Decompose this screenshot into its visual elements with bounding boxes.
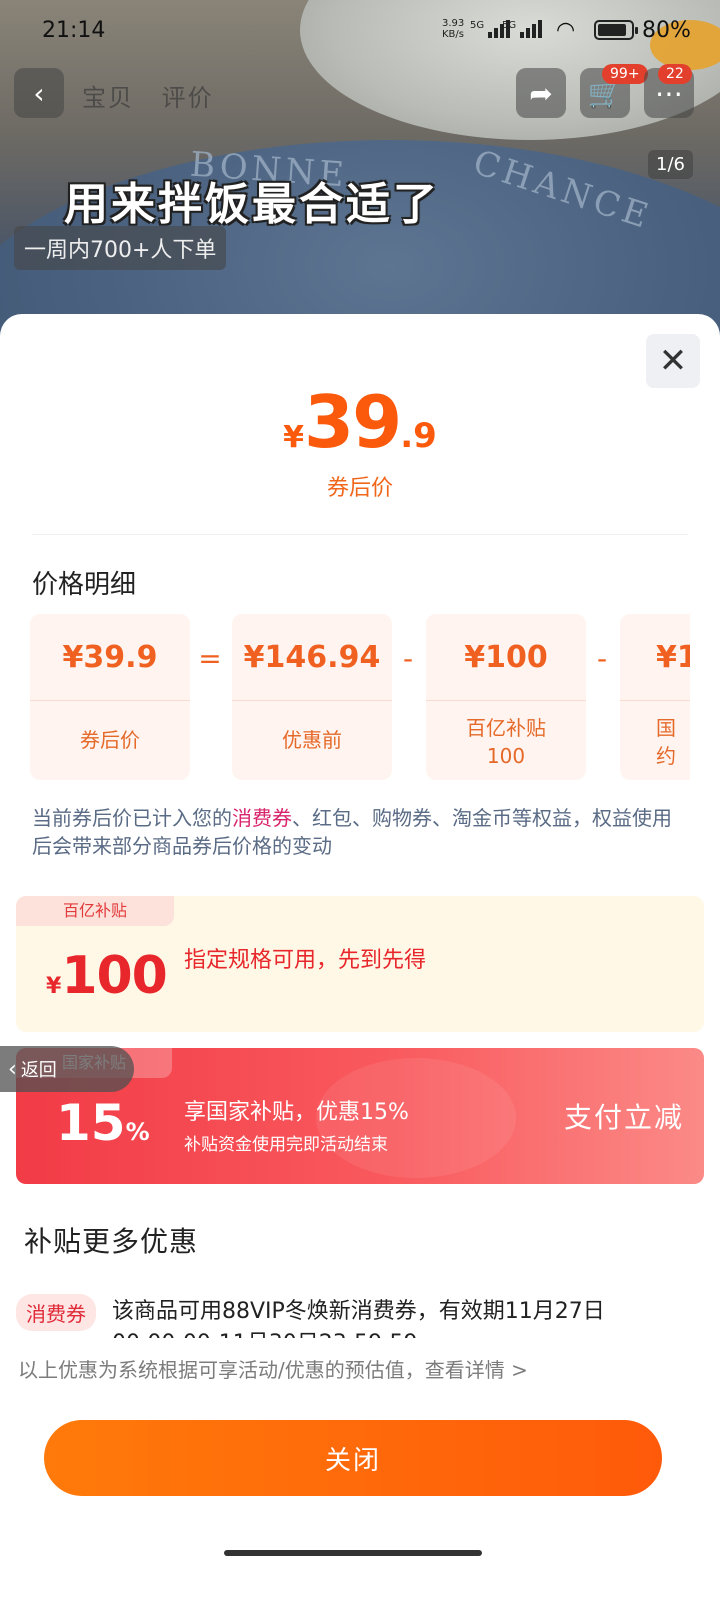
national-subsidy-subtitle: 补贴资金使用完即活动结束 [184,1135,388,1155]
estimate-link[interactable]: 以上优惠为系统根据可享活动/优惠的预估值，查看详情 > [18,1354,528,1383]
battery-icon [594,20,638,40]
coupon-text: 该商品可用88VIP冬焕新消费券，有效期11月27日00:00:00-11月30… [112,1299,605,1338]
breakdown-card: ¥146.94 优惠前 [232,614,392,780]
net-speed: 3.93 KB/s [442,18,465,40]
note-highlight[interactable]: 消费券 [232,806,292,830]
card-label: 券后价 [80,728,140,752]
equals-sign: = [198,642,222,675]
tab-item[interactable]: 宝贝 [82,84,134,112]
close-button[interactable]: 关闭 [44,1420,662,1496]
top-nav: ‹ 宝贝 评价 ➦ 🛒 99+ ⋯ 22 [0,64,720,120]
breakdown-card: ¥1 国 约 [620,614,690,780]
national-subsidy-percent: 15% [56,1094,150,1152]
subsidy-100-card[interactable]: 百亿补贴 ¥100 指定规格可用，先到先得 [16,896,704,1032]
price-currency: ¥ [283,420,305,455]
signal-icon-2: 5G [502,20,546,41]
image-caption: 用来拌饭最合适了 [64,179,440,230]
chevron-left-icon: ‹ [8,1056,17,1082]
close-icon: ✕ [658,341,688,381]
subsidy-tag: 百亿补贴 [16,896,174,926]
subsidy-amount: ¥100 [46,946,168,1006]
price-detail-sheet: ✕ ¥39.9 券后价 价格明细 ¥39.9 券后价 = ¥146.94 优惠前… [0,314,720,1600]
final-price: ¥39.9 [0,380,720,464]
card-label: 国 约 [656,716,676,768]
coupon-row[interactable]: 消费券 该商品可用88VIP冬焕新消费券，有效期11月27日00:00:00-1… [16,1286,704,1338]
price-note: 当前券后价已计入您的消费券、红包、购物券、淘金币等权益，权益使用后会带来部分商品… [32,806,672,858]
price-integer: 39 [304,380,402,464]
chevron-left-icon: ‹ [33,76,45,110]
card-value: ¥100 [464,640,548,675]
breakdown-card: ¥100 百亿补贴 100 [426,614,586,780]
floating-back-button[interactable]: ‹ 返回 [0,1046,134,1092]
cart-button[interactable]: 🛒 99+ [580,64,648,118]
tab-reviews[interactable]: 评价 [162,84,214,112]
battery-percent: 80% [642,18,691,43]
breakdown-cards[interactable]: ¥39.9 券后价 = ¥146.94 优惠前 - ¥100 百亿补贴 100 … [30,614,690,784]
share-button[interactable]: ➦ [516,68,566,118]
home-indicator[interactable] [224,1550,482,1556]
card-value: ¥146.94 [243,640,381,675]
minus-sign: - [596,642,608,675]
nav-tabs: 宝贝 评价 [82,78,232,113]
card-value: ¥1 [656,640,690,675]
minus-sign: - [402,642,414,675]
image-counter: 1/6 [648,150,693,179]
message-button[interactable]: ⋯ 22 [644,64,694,118]
pay-discount-action[interactable]: 支付立减 [564,1096,684,1136]
wifi-icon: ◠ [556,18,576,43]
national-subsidy-title: 享国家补贴，优惠15% [184,1100,409,1125]
coupon-tag: 消费券 [16,1294,96,1331]
card-label: 百亿补贴 100 [466,716,546,768]
status-time: 21:14 [42,18,106,43]
divider [32,534,688,535]
subsidy-desc: 指定规格可用，先到先得 [184,948,427,973]
breakdown-card: ¥39.9 券后价 [30,614,190,780]
orders-badge: 一周内700+人下单 [14,226,227,270]
cart-badge: 99+ [602,64,648,84]
more-discounts-title: 补贴更多优惠 [24,1225,199,1258]
back-button[interactable]: ‹ [14,68,64,118]
share-icon: ➦ [529,76,553,110]
final-price-label: 券后价 [326,476,393,501]
card-label: 优惠前 [282,728,342,752]
card-value: ¥39.9 [62,640,158,675]
message-badge: 22 [658,64,692,84]
breakdown-title: 价格明细 [32,570,137,600]
status-bar: 21:14 3.93 KB/s 5G 5G ◠ 80% [0,0,720,64]
price-decimal: .9 [400,416,437,456]
